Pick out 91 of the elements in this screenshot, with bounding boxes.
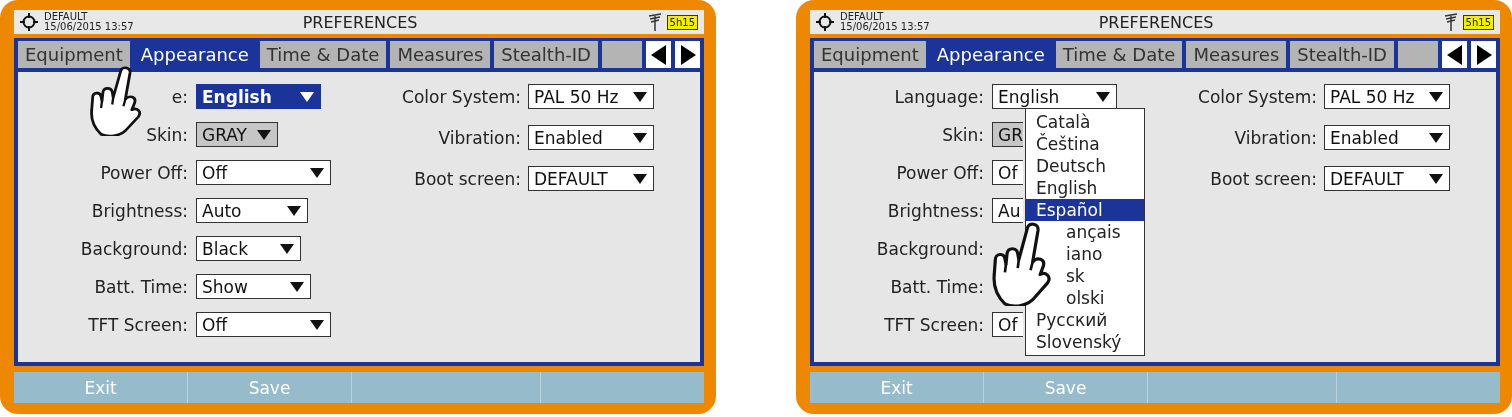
dropdown-field[interactable]: Enabled bbox=[1324, 125, 1450, 150]
dropdown-field[interactable]: Show bbox=[196, 274, 311, 299]
caret-icon bbox=[299, 90, 315, 103]
setting-label: Power Off: bbox=[896, 162, 984, 183]
setting-label: Boot screen: bbox=[414, 168, 521, 189]
tab[interactable]: Equipment bbox=[18, 41, 130, 68]
menu-item[interactable]: ançais bbox=[1066, 221, 1144, 243]
battery-indicator: 5h15 bbox=[1462, 14, 1494, 30]
setting-label: Background: bbox=[80, 238, 188, 259]
dropdown-field[interactable]: Black bbox=[196, 236, 301, 261]
setting-label: Batt. Time: bbox=[94, 276, 188, 297]
tab-spacer bbox=[1398, 41, 1438, 68]
tab[interactable]: Stealth-ID bbox=[1290, 41, 1394, 68]
scroll-left-button[interactable] bbox=[1442, 41, 1467, 68]
setting-label: Vibration: bbox=[1234, 127, 1317, 148]
caret-icon bbox=[1428, 131, 1444, 144]
menu-item[interactable]: Español bbox=[1026, 199, 1144, 221]
scroll-left-button[interactable] bbox=[646, 41, 671, 68]
window-title: PREFERENCES bbox=[1097, 12, 1215, 32]
caret-icon bbox=[279, 242, 295, 255]
tab[interactable]: Stealth-ID bbox=[494, 41, 598, 68]
crosshair-icon bbox=[20, 13, 38, 31]
dropdown-field[interactable]: Off bbox=[196, 312, 331, 337]
profile-name: DEFAULT bbox=[44, 12, 89, 22]
caret-icon bbox=[1428, 172, 1444, 185]
setting-label: TFT Screen: bbox=[884, 314, 984, 335]
window-title: PREFERENCES bbox=[301, 12, 419, 32]
setting-label: Vibration: bbox=[438, 127, 521, 148]
menu-item[interactable]: Čeština bbox=[1026, 133, 1144, 155]
caret-icon bbox=[289, 280, 305, 293]
scroll-right-button[interactable] bbox=[675, 41, 700, 68]
caret-icon bbox=[309, 318, 325, 331]
caret-icon bbox=[256, 128, 272, 141]
date-time: 15/06/2015 13:57 bbox=[44, 22, 134, 32]
dropdown-field[interactable]: Enabled bbox=[528, 125, 654, 150]
menu-item[interactable]: Català bbox=[1026, 111, 1144, 133]
setting-label: Skin: bbox=[146, 124, 188, 145]
dropdown-field[interactable]: Of bbox=[992, 312, 1023, 337]
menu-item[interactable]: Deutsch bbox=[1026, 155, 1144, 177]
menu-item[interactable]: English bbox=[1026, 177, 1144, 199]
setting-label: Color System: bbox=[402, 86, 521, 107]
menu-item[interactable]: olski bbox=[1066, 287, 1144, 309]
antenna-icon bbox=[646, 13, 663, 31]
setting-label: Batt. Time: bbox=[890, 276, 984, 297]
crosshair-icon bbox=[816, 13, 834, 31]
dropdown-field[interactable]: Au bbox=[992, 198, 1023, 223]
caret-icon bbox=[309, 166, 325, 179]
dropdown-field[interactable]: PAL 50 Hz bbox=[528, 84, 654, 109]
setting-label: Brightness: bbox=[91, 200, 188, 221]
setting-label: Background: bbox=[876, 238, 984, 259]
menu-item[interactable]: iano bbox=[1066, 243, 1144, 265]
setting-label: Skin: bbox=[942, 124, 984, 145]
scroll-right-button[interactable] bbox=[1471, 41, 1496, 68]
right-triangle-icon bbox=[679, 44, 696, 65]
setting-label: Language: bbox=[894, 86, 984, 107]
tab[interactable]: Measures bbox=[390, 41, 491, 68]
right-triangle-icon bbox=[1475, 44, 1492, 65]
dropdown-field[interactable]: PAL 50 Hz bbox=[1324, 84, 1450, 109]
dropdown-field[interactable]: English bbox=[196, 84, 321, 109]
menu-item[interactable]: sk bbox=[1066, 265, 1144, 287]
setting-label: Brightness: bbox=[887, 200, 984, 221]
left-triangle-icon bbox=[1446, 44, 1463, 65]
caret-icon bbox=[632, 131, 648, 144]
antenna-icon bbox=[1442, 13, 1459, 31]
caret-icon bbox=[1428, 90, 1444, 103]
dropdown-field[interactable]: Auto bbox=[196, 198, 308, 223]
dropdown-field[interactable]: DEFAULT bbox=[1324, 166, 1450, 191]
caret-icon bbox=[286, 204, 302, 217]
tab[interactable]: Time & Date bbox=[1055, 41, 1183, 68]
left-triangle-icon bbox=[650, 44, 667, 65]
caret-icon bbox=[1095, 90, 1111, 103]
setting-label: Power Off: bbox=[100, 162, 188, 183]
dropdown-field[interactable]: DEFAULT bbox=[528, 166, 654, 191]
dropdown-field[interactable]: Of bbox=[992, 160, 1023, 185]
date-time: 15/06/2015 13:57 bbox=[840, 22, 930, 32]
profile-name: DEFAULT bbox=[840, 12, 885, 22]
caret-icon bbox=[632, 172, 648, 185]
dropdown-field[interactable]: Off bbox=[196, 160, 331, 185]
dropdown-field[interactable]: English bbox=[992, 84, 1117, 109]
setting-label: TFT Screen: bbox=[88, 314, 188, 335]
battery-indicator: 5h15 bbox=[666, 14, 698, 30]
tab-spacer bbox=[602, 41, 642, 68]
caret-icon bbox=[632, 90, 648, 103]
setting-label: Color System: bbox=[1198, 86, 1317, 107]
menu-item[interactable]: Slovenský bbox=[1026, 331, 1144, 353]
setting-label: e: bbox=[171, 86, 188, 107]
tab[interactable]: Measures bbox=[1186, 41, 1287, 68]
tab[interactable]: Equipment bbox=[814, 41, 926, 68]
menu-item[interactable]: Русский bbox=[1026, 309, 1144, 331]
setting-label: Boot screen: bbox=[1210, 168, 1317, 189]
tab[interactable]: Time & Date bbox=[259, 41, 387, 68]
